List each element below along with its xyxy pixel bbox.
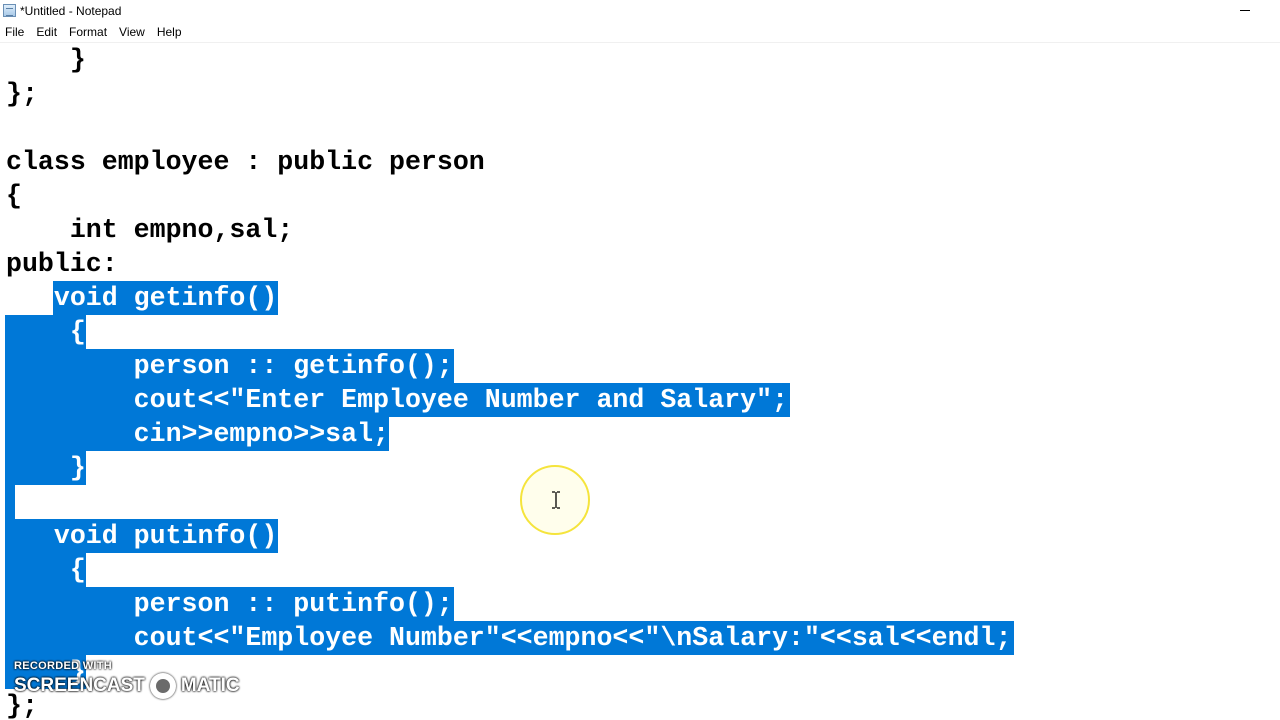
code-line-selected: person :: putinfo(); (6, 589, 453, 619)
screencast-watermark: RECORDED WITH SCREENCAST MATIC (14, 660, 240, 699)
code-line-selected: void putinfo() (6, 521, 278, 551)
selection-highlight (5, 485, 15, 519)
minimize-icon (1240, 10, 1250, 11)
code-line: }; (6, 79, 38, 109)
minimize-button[interactable] (1232, 0, 1258, 21)
screencast-logo-icon (149, 673, 176, 699)
code-line: { (6, 181, 22, 211)
title-bar: *Untitled - Notepad (0, 0, 1280, 21)
window-title: *Untitled - Notepad (20, 3, 122, 18)
text-cursor-icon (552, 491, 560, 509)
notepad-icon (3, 4, 16, 17)
code-line-selected: cout<<"Enter Employee Number and Salary"… (6, 385, 788, 415)
code-line-selected: cout<<"Employee Number"<<empno<<"\nSalar… (6, 623, 1012, 653)
text-editor[interactable]: } }; class employee : public person { in… (0, 43, 1280, 720)
code-line: class employee : public person (6, 147, 485, 177)
code-line-selected: } (6, 453, 86, 483)
code-line: } (6, 45, 86, 75)
watermark-right: MATIC (180, 675, 240, 696)
code-line-selected: { (6, 317, 86, 347)
menu-view[interactable]: View (114, 25, 152, 39)
menu-bar: File Edit Format View Help (0, 21, 1280, 43)
menu-format[interactable]: Format (64, 25, 114, 39)
code-line-selected: void getinfo() (6, 283, 278, 313)
code-line-selected: person :: getinfo(); (6, 351, 453, 381)
code-line-selected: { (6, 555, 86, 585)
menu-help[interactable]: Help (152, 25, 189, 39)
menu-file[interactable]: File (0, 25, 31, 39)
watermark-left: SCREENCAST (14, 675, 145, 696)
menu-edit[interactable]: Edit (31, 25, 64, 39)
code-line-selected: cin>>empno>>sal; (6, 419, 390, 449)
watermark-recorded-with: RECORDED WITH (14, 660, 113, 672)
code-line: public: (6, 249, 118, 279)
code-line: int empno,sal; (6, 215, 294, 245)
